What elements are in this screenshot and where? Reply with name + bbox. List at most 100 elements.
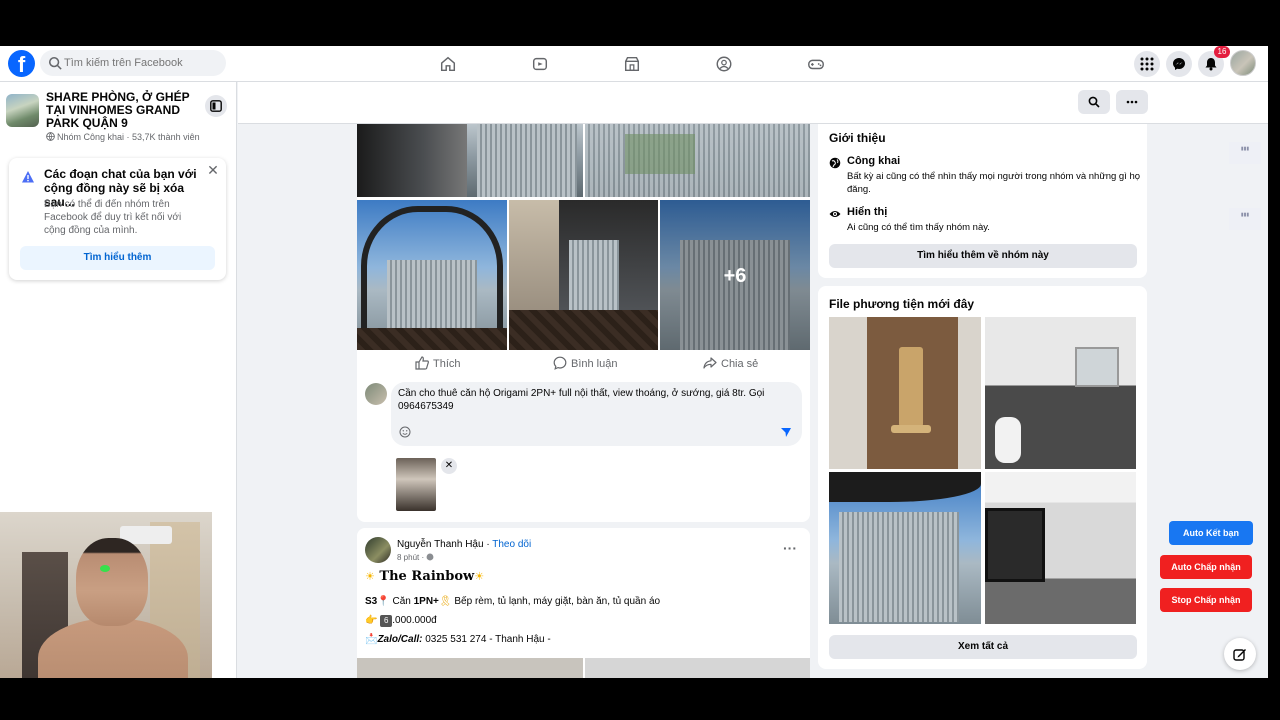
group-cover-thumbnail[interactable] (6, 94, 39, 127)
mailbox-emoji-icon: 📩 (365, 634, 378, 645)
contact-label: Zalo/Call: (377, 634, 423, 645)
comment-label: Bình luận (571, 358, 618, 370)
post-2-photo-2[interactable] (585, 658, 810, 678)
post-timestamp[interactable]: 8 phút · (397, 553, 434, 562)
group-meta: Nhóm Công khai · 53,7K thành viên (46, 132, 200, 142)
menu-button[interactable] (1134, 51, 1160, 77)
pin-emoji-icon: 📍 (377, 596, 390, 607)
post-photo-3[interactable] (357, 200, 507, 350)
digit-keycap: 6 (380, 615, 393, 627)
group-search-button[interactable] (1078, 90, 1110, 114)
notice-body: Bạn có thể đi đến nhóm trên Facebook để … (44, 199, 182, 236)
post-photo-2[interactable] (585, 124, 810, 197)
post-time-text: 8 phút · (397, 553, 427, 562)
media-photo-view[interactable] (829, 472, 981, 624)
group-meta-text: Nhóm Công khai · 53,7K thành viên (57, 132, 200, 142)
learn-more-button[interactable]: Tìm hiểu thêm (20, 246, 215, 270)
emoji-icon[interactable] (399, 426, 411, 438)
marketplace-tab[interactable] (620, 52, 644, 76)
search-icon (48, 56, 62, 70)
contact-text: 0325 531 274 - Thanh Hậu - (422, 634, 551, 645)
globe-icon (46, 132, 55, 141)
post-options-button[interactable]: ··· (783, 540, 797, 556)
collapse-sidebar-button[interactable] (205, 95, 227, 117)
more-photos-overlay[interactable]: +6 (660, 200, 810, 350)
auto-friend-button[interactable]: Auto Kết bạn (1169, 521, 1253, 545)
webcam-person-head (76, 538, 148, 626)
author-avatar[interactable] (365, 537, 391, 563)
follow-link[interactable]: Theo dõi (492, 539, 531, 550)
account-avatar[interactable] (1230, 50, 1256, 76)
chat-deletion-notice: Các đoạn chat của bạn với cộng đồng này … (9, 158, 226, 280)
messenger-button[interactable] (1166, 51, 1192, 77)
home-tab[interactable] (436, 52, 460, 76)
new-message-button[interactable] (1224, 638, 1256, 670)
unit-prefix: Căn (389, 596, 414, 607)
more-options-icon (1126, 100, 1138, 104)
comment-button[interactable]: Bình luận (553, 350, 617, 378)
post-line-3: 📩Zalo/Call: 0325 531 274 - Thanh Hậu - (365, 634, 551, 645)
group-name[interactable]: SHARE PHÒNG, Ở GHÉP TẠI VINHOMES GRAND P… (46, 91, 206, 130)
top-navigation-bar: f 16 (0, 46, 1268, 82)
watch-icon (532, 57, 548, 71)
warning-icon (22, 171, 34, 183)
search-input[interactable] (64, 50, 220, 76)
eye-icon (829, 211, 841, 217)
learn-more-group-button[interactable]: Tìm hiểu thêm về nhóm này (829, 244, 1137, 268)
post-photo-4[interactable] (509, 200, 658, 350)
post-photo-1[interactable] (357, 124, 583, 197)
search-box[interactable] (40, 50, 226, 76)
post-line-1: S3📍 Căn 1PN+🎗 Bếp rèm, tủ lạnh, máy giặt… (365, 596, 660, 607)
photo-ceiling (829, 472, 981, 502)
gaming-tab[interactable] (804, 52, 828, 76)
amenities-text: Bếp rèm, tủ lạnh, máy giặt, bàn ăn, tủ q… (451, 596, 661, 607)
photo-balcony (357, 124, 467, 197)
post-title: ☀ The Rainbow☀ (365, 569, 484, 584)
pointing-hand-emoji-icon: 👉 (365, 615, 378, 626)
about-visible-desc: Ai cũng có thể tìm thấy nhóm này. (847, 222, 990, 233)
side-thumbnail-2[interactable]: ▮▮▮ (1229, 208, 1261, 230)
stop-accept-button[interactable]: Stop Chấp nhận (1160, 588, 1252, 612)
photo-building (477, 124, 577, 197)
send-icon[interactable] (780, 426, 792, 438)
comment-input-text[interactable]: Cần cho thuê căn hộ Origami 2PN+ full nộ… (398, 387, 778, 413)
auto-accept-button[interactable]: Auto Chấp nhận (1160, 555, 1252, 579)
name-separator: · (483, 539, 493, 550)
share-button[interactable]: Chia sẻ (703, 350, 758, 378)
see-all-media-button[interactable]: Xem tất cả (829, 635, 1137, 659)
close-icon[interactable]: ✕ (207, 163, 219, 177)
grid-menu-icon (1140, 57, 1154, 71)
watch-tab[interactable] (528, 52, 552, 76)
post-2-photo-1[interactable] (357, 658, 583, 678)
facebook-group-page: f 16 SHARE (0, 46, 1268, 678)
remove-attachment-button[interactable]: ✕ (441, 458, 457, 474)
comment-composer[interactable]: Cần cho thuê căn hộ Origami 2PN+ full nộ… (391, 382, 802, 446)
share-icon (703, 357, 717, 369)
comment-icon (553, 356, 567, 370)
video-right-border (1268, 46, 1280, 678)
post-author-name[interactable]: Nguyễn Thanh Hậu (397, 539, 484, 550)
photo-floor (509, 310, 658, 350)
post-photo-5[interactable]: +6 (660, 200, 810, 350)
side-thumbnail-1[interactable]: ▮▮▮ (1229, 142, 1261, 164)
like-button[interactable]: Thích (415, 350, 461, 378)
photo-park (625, 134, 695, 174)
attached-photo-thumbnail[interactable] (396, 458, 436, 511)
share-label: Chia sẻ (721, 358, 759, 370)
photo-mirror (1075, 347, 1119, 387)
groups-tab[interactable] (712, 52, 736, 76)
media-photo-door-lock[interactable] (829, 317, 981, 469)
compose-icon (1233, 649, 1246, 661)
bell-icon (1205, 58, 1217, 71)
post-title-text: The Rainbow (379, 569, 475, 584)
media-photo-room[interactable] (985, 472, 1136, 624)
globe-icon (829, 157, 841, 169)
commenter-avatar (365, 383, 387, 405)
group-toolbar (238, 82, 1268, 124)
marketplace-icon (624, 56, 640, 72)
group-more-button[interactable] (1116, 90, 1148, 114)
media-photo-bathroom[interactable] (985, 317, 1136, 469)
facebook-logo-icon[interactable]: f (8, 50, 35, 77)
post-author-line: Nguyễn Thanh Hậu · Theo dõi (397, 539, 531, 550)
about-public-title: Công khai (847, 155, 901, 167)
